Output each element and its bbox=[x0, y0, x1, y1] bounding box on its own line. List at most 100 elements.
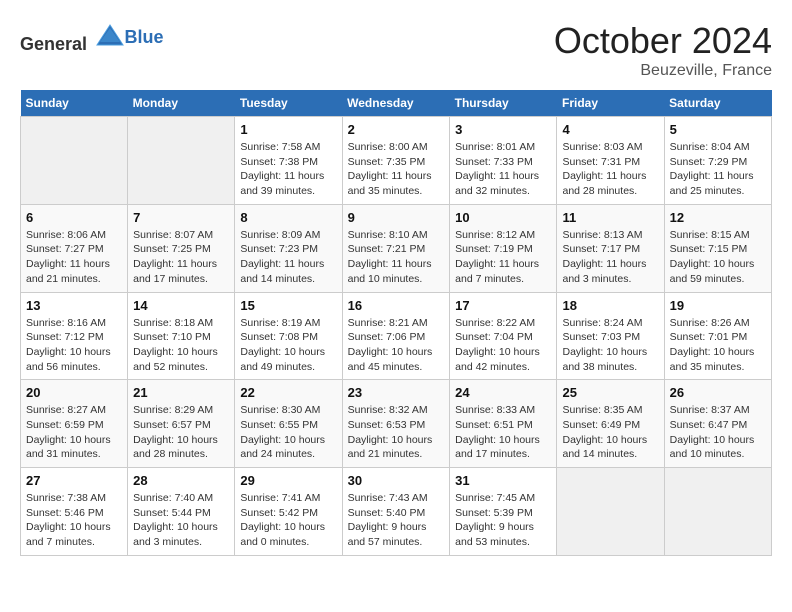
day-number: 17 bbox=[455, 298, 551, 313]
calendar-cell: 25 Sunrise: 8:35 AMSunset: 6:49 PMDayligh… bbox=[557, 380, 664, 468]
calendar-cell: 10 Sunrise: 8:12 AMSunset: 7:19 PMDayligh… bbox=[450, 204, 557, 292]
logo-text-blue: Blue bbox=[125, 27, 164, 47]
logo: General Blue bbox=[20, 20, 164, 55]
day-info: Sunrise: 8:30 AMSunset: 6:55 PMDaylight:… bbox=[240, 403, 336, 462]
calendar-header-row: SundayMondayTuesdayWednesdayThursdayFrid… bbox=[21, 90, 772, 117]
month-title: October 2024 bbox=[554, 20, 772, 62]
day-number: 18 bbox=[562, 298, 658, 313]
day-number: 6 bbox=[26, 210, 122, 225]
calendar-cell: 26 Sunrise: 8:37 AMSunset: 6:47 PMDayligh… bbox=[664, 380, 771, 468]
day-number: 21 bbox=[133, 385, 229, 400]
day-number: 3 bbox=[455, 122, 551, 137]
logo-icon bbox=[95, 20, 125, 50]
day-info: Sunrise: 8:15 AMSunset: 7:15 PMDaylight:… bbox=[670, 228, 766, 287]
day-number: 7 bbox=[133, 210, 229, 225]
calendar-cell: 31 Sunrise: 7:45 AMSunset: 5:39 PMDayligh… bbox=[450, 468, 557, 556]
calendar-cell: 8 Sunrise: 8:09 AMSunset: 7:23 PMDaylight… bbox=[235, 204, 342, 292]
day-info: Sunrise: 8:10 AMSunset: 7:21 PMDaylight:… bbox=[348, 228, 445, 287]
location: Beuzeville, France bbox=[554, 62, 772, 80]
week-row-4: 27Sunrise: 7:38 AMSunset: 5:46 PMDayligh… bbox=[21, 468, 772, 556]
day-info: Sunrise: 8:21 AMSunset: 7:06 PMDaylight:… bbox=[348, 316, 445, 375]
day-info: Sunrise: 8:09 AMSunset: 7:23 PMDaylight:… bbox=[240, 228, 336, 287]
day-info: Sunrise: 7:45 AMSunset: 5:39 PMDaylight:… bbox=[455, 491, 551, 550]
calendar-cell: 5Sunrise: 8:04 AMSunset: 7:29 PMDaylight… bbox=[664, 117, 771, 205]
calendar-cell: 21 Sunrise: 8:29 AMSunset: 6:57 PMDayligh… bbox=[128, 380, 235, 468]
day-info: Sunrise: 8:35 AMSunset: 6:49 PMDaylight:… bbox=[562, 403, 658, 462]
day-info: Sunrise: 8:06 AMSunset: 7:27 PMDaylight:… bbox=[26, 228, 122, 287]
calendar-cell: 13 Sunrise: 8:16 AMSunset: 7:12 PMDayligh… bbox=[21, 292, 128, 380]
day-info: Sunrise: 8:37 AMSunset: 6:47 PMDaylight:… bbox=[670, 403, 766, 462]
header-day-friday: Friday bbox=[557, 90, 664, 117]
day-number: 12 bbox=[670, 210, 766, 225]
day-info: Sunrise: 8:33 AMSunset: 6:51 PMDaylight:… bbox=[455, 403, 551, 462]
day-info: Sunrise: 8:32 AMSunset: 6:53 PMDaylight:… bbox=[348, 403, 445, 462]
calendar-cell bbox=[664, 468, 771, 556]
calendar-cell: 30Sunrise: 7:43 AMSunset: 5:40 PMDayligh… bbox=[342, 468, 450, 556]
day-number: 25 bbox=[562, 385, 658, 400]
calendar-cell: 12 Sunrise: 8:15 AMSunset: 7:15 PMDayligh… bbox=[664, 204, 771, 292]
day-info: Sunrise: 8:22 AMSunset: 7:04 PMDaylight:… bbox=[455, 316, 551, 375]
day-info: Sunrise: 8:00 AMSunset: 7:35 PMDaylight:… bbox=[348, 140, 445, 199]
calendar-cell bbox=[557, 468, 664, 556]
day-info: Sunrise: 8:27 AMSunset: 6:59 PMDaylight:… bbox=[26, 403, 122, 462]
header-day-tuesday: Tuesday bbox=[235, 90, 342, 117]
calendar-cell: 17 Sunrise: 8:22 AMSunset: 7:04 PMDayligh… bbox=[450, 292, 557, 380]
day-info: Sunrise: 8:12 AMSunset: 7:19 PMDaylight:… bbox=[455, 228, 551, 287]
week-row-0: 1 Sunrise: 7:58 AMSunset: 7:38 PMDaylight… bbox=[21, 117, 772, 205]
header-day-wednesday: Wednesday bbox=[342, 90, 450, 117]
calendar-cell bbox=[128, 117, 235, 205]
logo-text-general: General bbox=[20, 34, 87, 54]
day-number: 19 bbox=[670, 298, 766, 313]
day-info: Sunrise: 8:26 AMSunset: 7:01 PMDaylight:… bbox=[670, 316, 766, 375]
day-info: Sunrise: 7:58 AMSunset: 7:38 PMDaylight:… bbox=[240, 140, 336, 199]
calendar-cell: 20 Sunrise: 8:27 AMSunset: 6:59 PMDayligh… bbox=[21, 380, 128, 468]
day-info: Sunrise: 8:07 AMSunset: 7:25 PMDaylight:… bbox=[133, 228, 229, 287]
title-block: October 2024 Beuzeville, France bbox=[554, 20, 772, 80]
calendar-cell: 23 Sunrise: 8:32 AMSunset: 6:53 PMDayligh… bbox=[342, 380, 450, 468]
day-number: 29 bbox=[240, 473, 336, 488]
calendar-cell: 22Sunrise: 8:30 AMSunset: 6:55 PMDayligh… bbox=[235, 380, 342, 468]
header-day-saturday: Saturday bbox=[664, 90, 771, 117]
calendar-cell: 27Sunrise: 7:38 AMSunset: 5:46 PMDayligh… bbox=[21, 468, 128, 556]
calendar-cell: 9Sunrise: 8:10 AMSunset: 7:21 PMDaylight… bbox=[342, 204, 450, 292]
day-info: Sunrise: 7:40 AMSunset: 5:44 PMDaylight:… bbox=[133, 491, 229, 550]
day-info: Sunrise: 8:29 AMSunset: 6:57 PMDaylight:… bbox=[133, 403, 229, 462]
day-number: 30 bbox=[348, 473, 445, 488]
page-header: General Blue October 2024 Beuzeville, Fr… bbox=[20, 20, 772, 80]
day-number: 26 bbox=[670, 385, 766, 400]
calendar-cell: 19 Sunrise: 8:26 AMSunset: 7:01 PMDayligh… bbox=[664, 292, 771, 380]
day-info: Sunrise: 8:16 AMSunset: 7:12 PMDaylight:… bbox=[26, 316, 122, 375]
calendar-cell bbox=[21, 117, 128, 205]
calendar-cell: 18 Sunrise: 8:24 AMSunset: 7:03 PMDayligh… bbox=[557, 292, 664, 380]
header-day-sunday: Sunday bbox=[21, 90, 128, 117]
day-number: 8 bbox=[240, 210, 336, 225]
calendar-cell: 16Sunrise: 8:21 AMSunset: 7:06 PMDayligh… bbox=[342, 292, 450, 380]
day-info: Sunrise: 8:19 AMSunset: 7:08 PMDaylight:… bbox=[240, 316, 336, 375]
day-number: 23 bbox=[348, 385, 445, 400]
day-number: 31 bbox=[455, 473, 551, 488]
day-number: 15 bbox=[240, 298, 336, 313]
day-number: 24 bbox=[455, 385, 551, 400]
day-number: 14 bbox=[133, 298, 229, 313]
day-number: 13 bbox=[26, 298, 122, 313]
day-info: Sunrise: 7:41 AMSunset: 5:42 PMDaylight:… bbox=[240, 491, 336, 550]
week-row-2: 13 Sunrise: 8:16 AMSunset: 7:12 PMDayligh… bbox=[21, 292, 772, 380]
day-info: Sunrise: 8:04 AMSunset: 7:29 PMDaylight:… bbox=[670, 140, 766, 199]
day-number: 10 bbox=[455, 210, 551, 225]
calendar-cell: 11Sunrise: 8:13 AMSunset: 7:17 PMDayligh… bbox=[557, 204, 664, 292]
week-row-1: 6 Sunrise: 8:06 AMSunset: 7:27 PMDaylight… bbox=[21, 204, 772, 292]
calendar-cell: 7 Sunrise: 8:07 AMSunset: 7:25 PMDaylight… bbox=[128, 204, 235, 292]
day-number: 28 bbox=[133, 473, 229, 488]
calendar-cell: 3Sunrise: 8:01 AMSunset: 7:33 PMDaylight… bbox=[450, 117, 557, 205]
calendar-cell: 14Sunrise: 8:18 AMSunset: 7:10 PMDayligh… bbox=[128, 292, 235, 380]
header-day-thursday: Thursday bbox=[450, 90, 557, 117]
day-number: 27 bbox=[26, 473, 122, 488]
calendar-cell: 6 Sunrise: 8:06 AMSunset: 7:27 PMDaylight… bbox=[21, 204, 128, 292]
day-number: 1 bbox=[240, 122, 336, 137]
day-number: 11 bbox=[562, 210, 658, 225]
day-info: Sunrise: 8:03 AMSunset: 7:31 PMDaylight:… bbox=[562, 140, 658, 199]
day-number: 4 bbox=[562, 122, 658, 137]
calendar-cell: 24 Sunrise: 8:33 AMSunset: 6:51 PMDayligh… bbox=[450, 380, 557, 468]
day-info: Sunrise: 8:24 AMSunset: 7:03 PMDaylight:… bbox=[562, 316, 658, 375]
day-number: 20 bbox=[26, 385, 122, 400]
